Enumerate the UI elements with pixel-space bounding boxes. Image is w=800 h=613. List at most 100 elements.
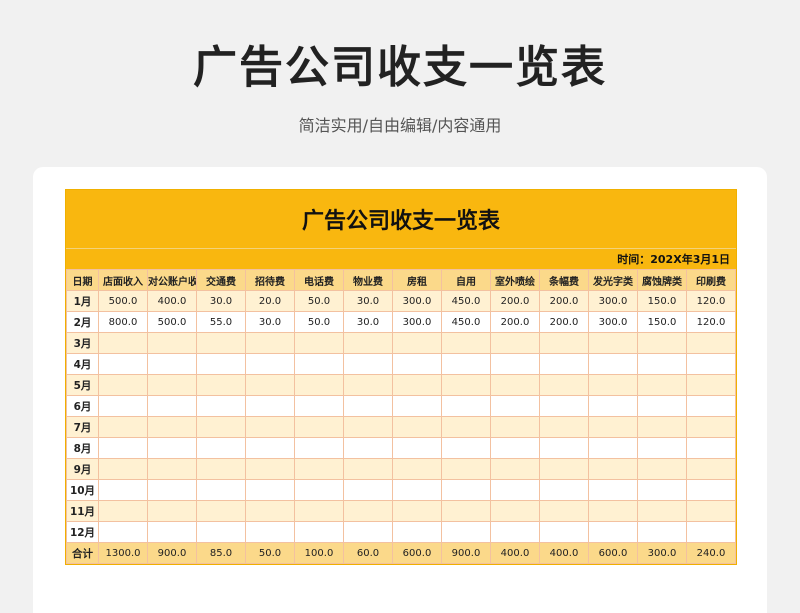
table-cell[interactable]: [490, 479, 540, 501]
table-cell[interactable]: [490, 437, 540, 459]
column-header[interactable]: 腐蚀牌类: [637, 269, 687, 291]
table-cell[interactable]: [343, 437, 393, 459]
table-cell[interactable]: [392, 500, 442, 522]
month-cell[interactable]: 1月: [66, 290, 99, 312]
table-cell[interactable]: [98, 416, 148, 438]
table-cell[interactable]: [343, 353, 393, 375]
table-cell[interactable]: [196, 353, 246, 375]
table-cell[interactable]: [294, 500, 344, 522]
table-cell[interactable]: [588, 437, 638, 459]
month-cell[interactable]: 7月: [66, 416, 99, 438]
table-cell[interactable]: [539, 353, 589, 375]
table-cell[interactable]: [147, 521, 197, 543]
table-cell[interactable]: [294, 479, 344, 501]
month-cell[interactable]: 3月: [66, 332, 99, 354]
table-cell[interactable]: 200.0: [490, 290, 540, 312]
total-cell[interactable]: 400.0: [490, 542, 540, 564]
table-cell[interactable]: [98, 500, 148, 522]
column-header[interactable]: 发光字类: [588, 269, 638, 291]
table-cell[interactable]: [98, 458, 148, 480]
table-cell[interactable]: 500.0: [147, 311, 197, 333]
table-cell[interactable]: [343, 332, 393, 354]
table-cell[interactable]: [98, 332, 148, 354]
table-cell[interactable]: [588, 332, 638, 354]
table-cell[interactable]: [686, 395, 736, 417]
table-cell[interactable]: [588, 374, 638, 396]
table-cell[interactable]: [637, 353, 687, 375]
table-cell[interactable]: [588, 458, 638, 480]
table-cell[interactable]: [245, 395, 295, 417]
table-cell[interactable]: [490, 416, 540, 438]
table-cell[interactable]: 50.0: [294, 290, 344, 312]
column-header[interactable]: 店面收入: [98, 269, 148, 291]
table-cell[interactable]: 30.0: [196, 290, 246, 312]
table-cell[interactable]: [490, 500, 540, 522]
total-cell[interactable]: 240.0: [686, 542, 736, 564]
column-header[interactable]: 自用: [441, 269, 491, 291]
column-header[interactable]: 电话费: [294, 269, 344, 291]
table-cell[interactable]: [343, 374, 393, 396]
table-cell[interactable]: [539, 500, 589, 522]
table-cell[interactable]: 500.0: [98, 290, 148, 312]
table-cell[interactable]: 150.0: [637, 290, 687, 312]
table-cell[interactable]: 20.0: [245, 290, 295, 312]
table-cell[interactable]: [392, 395, 442, 417]
table-cell[interactable]: [196, 416, 246, 438]
table-cell[interactable]: [441, 416, 491, 438]
total-cell[interactable]: 900.0: [441, 542, 491, 564]
table-cell[interactable]: [294, 437, 344, 459]
column-header[interactable]: 条幅费: [539, 269, 589, 291]
table-cell[interactable]: [196, 521, 246, 543]
table-cell[interactable]: [637, 500, 687, 522]
table-cell[interactable]: [588, 479, 638, 501]
table-cell[interactable]: 800.0: [98, 311, 148, 333]
total-label[interactable]: 合计: [66, 542, 99, 564]
table-cell[interactable]: [637, 521, 687, 543]
table-cell[interactable]: [98, 479, 148, 501]
table-cell[interactable]: [343, 395, 393, 417]
table-cell[interactable]: [686, 353, 736, 375]
table-cell[interactable]: 120.0: [686, 311, 736, 333]
table-cell[interactable]: [147, 500, 197, 522]
table-cell[interactable]: [196, 332, 246, 354]
table-cell[interactable]: [490, 395, 540, 417]
table-cell[interactable]: [490, 332, 540, 354]
table-cell[interactable]: [343, 458, 393, 480]
table-cell[interactable]: [441, 479, 491, 501]
column-header[interactable]: 交通费: [196, 269, 246, 291]
table-cell[interactable]: [539, 416, 589, 438]
table-cell[interactable]: [294, 395, 344, 417]
table-cell[interactable]: [245, 332, 295, 354]
table-cell[interactable]: [441, 500, 491, 522]
table-cell[interactable]: [588, 416, 638, 438]
table-cell[interactable]: [637, 458, 687, 480]
table-cell[interactable]: [686, 332, 736, 354]
table-cell[interactable]: [588, 353, 638, 375]
table-cell[interactable]: [147, 437, 197, 459]
table-cell[interactable]: [196, 500, 246, 522]
table-cell[interactable]: [686, 374, 736, 396]
table-cell[interactable]: 300.0: [392, 311, 442, 333]
table-cell[interactable]: [294, 416, 344, 438]
table-cell[interactable]: [245, 353, 295, 375]
table-cell[interactable]: [147, 416, 197, 438]
table-cell[interactable]: [294, 353, 344, 375]
month-cell[interactable]: 4月: [66, 353, 99, 375]
column-header[interactable]: 物业费: [343, 269, 393, 291]
column-header[interactable]: 招待费: [245, 269, 295, 291]
table-cell[interactable]: [98, 374, 148, 396]
table-cell[interactable]: [588, 521, 638, 543]
table-cell[interactable]: [294, 332, 344, 354]
table-cell[interactable]: [637, 395, 687, 417]
table-cell[interactable]: [686, 458, 736, 480]
total-cell[interactable]: 85.0: [196, 542, 246, 564]
total-cell[interactable]: 1300.0: [98, 542, 148, 564]
table-cell[interactable]: [392, 332, 442, 354]
table-cell[interactable]: 30.0: [343, 311, 393, 333]
total-cell[interactable]: 600.0: [392, 542, 442, 564]
table-cell[interactable]: [147, 395, 197, 417]
table-cell[interactable]: [637, 374, 687, 396]
table-cell[interactable]: [392, 521, 442, 543]
table-cell[interactable]: [539, 374, 589, 396]
table-cell[interactable]: 150.0: [637, 311, 687, 333]
